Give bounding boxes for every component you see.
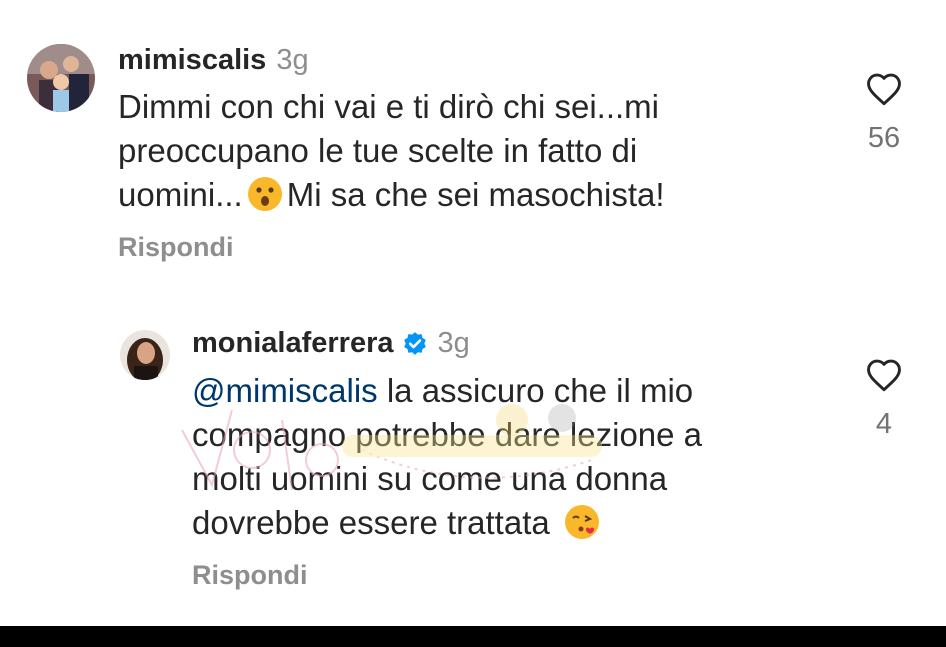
comment-text: @mimiscalis la assicuro che il mio compa… <box>192 369 702 545</box>
timestamp: 3g <box>276 44 309 76</box>
comment-line: compagno potrebbe dare lezione a <box>192 416 703 453</box>
comment-line: @mimiscalis la assicuro che il mio <box>192 369 702 413</box>
avatar[interactable] <box>27 44 95 112</box>
comment-text: Dimmi con chi vai e ti dirò chi sei...mi… <box>118 85 665 217</box>
like-control: 4 <box>854 358 914 441</box>
comment-line-part: Mi sa che sei masochista! <box>286 176 665 213</box>
username[interactable]: monialaferrera <box>192 327 394 360</box>
comment-line: Dimmi con chi vai e ti dirò chi sei...mi <box>118 88 659 125</box>
comment-line: preoccupano le tue scelte in fatto di <box>118 132 638 169</box>
comment-line-part: uomini... <box>118 176 243 213</box>
like-count: 4 <box>875 408 893 440</box>
comment-line: dovrebbe essere trattata <box>192 501 702 545</box>
mention-link[interactable]: @mimiscalis <box>192 372 378 409</box>
reply-button[interactable]: Rispondi <box>118 232 234 263</box>
hushed-face-emoji <box>247 176 283 212</box>
like-control: 56 <box>854 72 914 155</box>
username[interactable]: mimiscalis <box>118 44 266 77</box>
verified-badge-icon <box>403 331 426 355</box>
heart-icon[interactable] <box>865 358 903 392</box>
comment-line: molti uomini su come una donna <box>192 460 668 497</box>
heart-icon[interactable] <box>865 72 903 106</box>
face-blowing-kiss-emoji <box>564 504 600 540</box>
bottom-bar <box>0 626 946 647</box>
timestamp: 3g <box>437 327 470 359</box>
comment-line-part: la assicuro che il mio <box>386 372 694 409</box>
reply-button[interactable]: Rispondi <box>192 560 308 591</box>
comment-header: mimiscalis 3g <box>118 44 309 77</box>
comment-line-part: dovrebbe essere trattata <box>192 504 550 541</box>
comment-line: uomini... Mi sa che sei masochista! <box>118 173 665 217</box>
comment-header: monialaferrera 3g <box>192 327 470 360</box>
like-count: 56 <box>867 122 901 154</box>
avatar[interactable] <box>120 330 170 380</box>
